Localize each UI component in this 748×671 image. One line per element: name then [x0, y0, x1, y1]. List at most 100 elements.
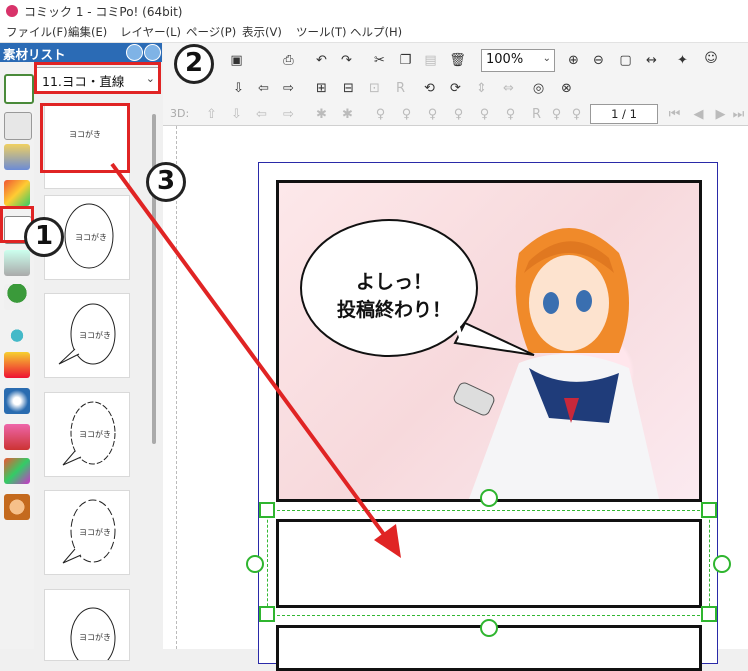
camera-icon[interactable]: ◎	[530, 80, 547, 97]
selection-handle-top-right[interactable]	[701, 502, 717, 518]
drop-icon[interactable]	[4, 320, 30, 346]
thumb-label: ヨコがき	[79, 633, 111, 642]
3d-figure-5-icon[interactable]: ♀	[476, 106, 493, 123]
3d-left-icon[interactable]: ⇦	[253, 106, 270, 123]
menu-view[interactable]: 表示(V)	[242, 24, 282, 40]
bubble-line-2: 投稿終わり！	[336, 299, 451, 321]
menu-bar: ファイル(F) 編集(E) レイヤー(L) ページ(P) 表示(V) ツール(T…	[0, 22, 748, 43]
flip-v-icon[interactable]: ⇕	[473, 80, 490, 97]
reset-icon[interactable]: R	[392, 80, 409, 97]
guide-line	[176, 126, 177, 649]
step-badge-3: 3	[146, 162, 186, 202]
rotate-left-icon[interactable]: ⟲	[421, 80, 438, 97]
lock-icon[interactable]: ⊗	[558, 80, 575, 97]
katakana-moji-icon[interactable]	[4, 352, 30, 378]
3d-figure-3-icon[interactable]: ♀	[424, 106, 441, 123]
title-bar: コミック 1 - コミPo! (64bit)	[0, 0, 748, 22]
arrow-right-icon[interactable]: ⇨	[280, 80, 297, 97]
3d-pose-1-icon[interactable]: ✱	[313, 106, 330, 123]
next-page-icon[interactable]: ▶	[712, 106, 729, 123]
selection-handle-right[interactable]	[713, 555, 731, 573]
pose-icon[interactable]	[4, 112, 32, 140]
first-page-icon[interactable]: ⏮	[666, 106, 683, 123]
menu-layer[interactable]: レイヤー(L)	[120, 24, 181, 40]
user-icon[interactable]	[4, 424, 30, 450]
add-panel-icon[interactable]: ⊞	[313, 80, 330, 97]
layout-icon[interactable]	[4, 74, 34, 104]
selection-frame	[267, 510, 710, 616]
chevron-down-icon: ⌄	[542, 53, 551, 64]
highlight-thumb	[40, 103, 130, 173]
zoom-out-icon[interactable]: ⊖	[590, 52, 607, 69]
align-icon[interactable]: ⊡	[366, 80, 383, 97]
menu-edit[interactable]: 編集(E)	[68, 24, 107, 40]
step-badge-1: 1	[24, 217, 64, 257]
effect-lines-icon[interactable]	[4, 388, 30, 414]
bubble-line-1: よしっ！	[355, 271, 432, 293]
3d-figure-6-icon[interactable]: ♀	[502, 106, 519, 123]
character-icon[interactable]	[4, 144, 30, 170]
thumb-label: ヨコがき	[75, 233, 107, 242]
undo-icon[interactable]: ↶	[313, 52, 330, 69]
background-icon[interactable]	[4, 250, 30, 276]
3d-figure-2-icon[interactable]: ♀	[398, 106, 415, 123]
3d-up-icon[interactable]: ⇧	[203, 106, 220, 123]
step-badge-2: 2	[174, 44, 214, 84]
arrow-down-icon[interactable]: ⇩	[230, 80, 247, 97]
last-page-icon[interactable]: ⏭	[730, 106, 747, 123]
new-icon[interactable]: ▣	[228, 52, 245, 69]
balloon-thumb-tail-left[interactable]: ヨコがき	[44, 293, 130, 378]
fit-page-icon[interactable]: ▢	[617, 52, 634, 69]
menu-help[interactable]: ヘルプ(H)	[350, 24, 402, 40]
arrow-left-icon[interactable]: ⇦	[255, 80, 272, 97]
lightbulb-icon[interactable]: ✦	[674, 52, 691, 69]
selection-handle-bottom[interactable]	[480, 619, 498, 637]
3d-figure-4-icon[interactable]: ♀	[450, 106, 467, 123]
material-list-title: 素材リスト	[3, 47, 66, 62]
zoom-select[interactable]: 100% ⌄	[481, 49, 555, 72]
app-icon	[6, 5, 18, 17]
delete-icon[interactable]: 🗑	[449, 52, 466, 69]
menu-file[interactable]: ファイル(F)	[6, 24, 68, 40]
balloon-thumb-jagged-2[interactable]: ヨコがき	[44, 490, 130, 575]
face-icon[interactable]	[4, 494, 30, 520]
panel-float-button[interactable]	[126, 44, 143, 61]
character-face-icon[interactable]: ☺	[700, 50, 722, 67]
tree-icon[interactable]	[4, 284, 30, 310]
panel-close-button[interactable]	[144, 44, 161, 61]
user-3d-icon[interactable]	[4, 458, 30, 484]
redo-icon[interactable]: ↷	[338, 52, 355, 69]
cut-icon[interactable]: ✂	[371, 52, 388, 69]
rotate-right-icon[interactable]: ⟳	[447, 80, 464, 97]
3d-figure-1-icon[interactable]: ♀	[372, 106, 389, 123]
split-panel-icon[interactable]: ⊟	[340, 80, 357, 97]
selection-handle-bottom-left[interactable]	[259, 606, 275, 622]
3d-down-icon[interactable]: ⇩	[228, 106, 245, 123]
page-indicator[interactable]: 1 / 1	[590, 104, 658, 124]
print-icon[interactable]: ⎙	[280, 52, 297, 69]
copy-icon[interactable]: ❐	[397, 52, 414, 69]
thumb-label: ヨコがき	[79, 331, 111, 340]
3d-object-icon[interactable]	[4, 180, 30, 206]
zoom-value: 100%	[486, 52, 524, 67]
3d-extra-2-icon[interactable]: ♀	[568, 106, 585, 123]
selection-handle-top[interactable]	[480, 489, 498, 507]
3d-pose-2-icon[interactable]: ✱	[339, 106, 356, 123]
prev-page-icon[interactable]: ◀	[690, 106, 707, 123]
selection-handle-top-left[interactable]	[259, 502, 275, 518]
flip-h-icon[interactable]: ⇔	[500, 80, 517, 97]
3d-reset-icon[interactable]: R	[528, 106, 545, 123]
3d-extra-1-icon[interactable]: ♀	[548, 106, 565, 123]
comic-panel-1[interactable]	[276, 180, 702, 502]
paste-icon[interactable]: ▤	[422, 52, 439, 69]
menu-page[interactable]: ページ(P)	[186, 24, 236, 40]
selection-handle-left[interactable]	[246, 555, 264, 573]
menu-tools[interactable]: ツール(T)	[296, 24, 347, 40]
speech-bubble-text[interactable]: よしっ！ 投稿終わり！	[314, 268, 474, 324]
fit-width-icon[interactable]: ↔	[643, 52, 660, 69]
selection-handle-bottom-right[interactable]	[701, 606, 717, 622]
balloon-thumb-jagged-1[interactable]: ヨコがき	[44, 392, 130, 477]
3d-right-icon[interactable]: ⇨	[280, 106, 297, 123]
zoom-in-icon[interactable]: ⊕	[565, 52, 582, 69]
balloon-thumb-5[interactable]: ヨコがき	[44, 589, 130, 661]
